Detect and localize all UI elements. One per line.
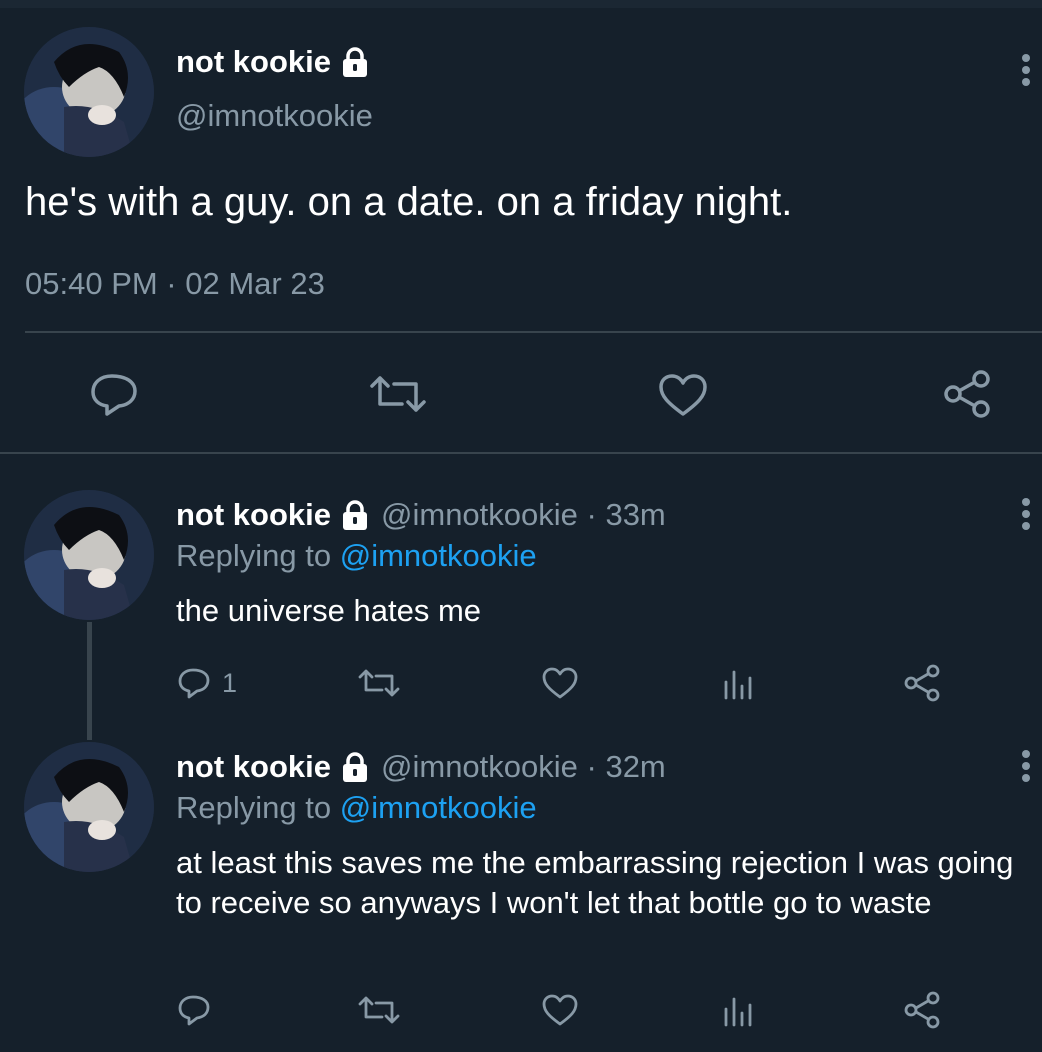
reply-header: not kookie @imnotkookie · 32m <box>176 749 666 785</box>
replying-to: Replying to @imnotkookie <box>176 790 537 826</box>
mention-link[interactable]: @imnotkookie <box>340 538 537 573</box>
display-name[interactable]: not kookie <box>176 749 331 785</box>
replying-to-prefix: Replying to <box>176 790 340 825</box>
thread-line <box>87 622 92 740</box>
lock-icon <box>339 499 371 531</box>
retweet-icon[interactable] <box>357 995 401 1025</box>
divider <box>25 331 1042 333</box>
handle-and-time: @imnotkookie · 33m <box>381 497 666 532</box>
lock-icon <box>339 751 371 783</box>
display-name[interactable]: not kookie <box>176 44 371 80</box>
retweet-icon[interactable] <box>357 668 401 698</box>
lock-icon <box>339 46 371 78</box>
reply-header: not kookie @imnotkookie · 33m <box>176 497 666 533</box>
display-name[interactable]: not kookie <box>176 497 331 533</box>
more-options-icon[interactable] <box>1014 52 1038 92</box>
reply-count: 1 <box>222 668 238 698</box>
tweet-text: he's with a guy. on a date. on a friday … <box>25 180 793 224</box>
handle-and-time: @imnotkookie · 32m <box>381 749 666 784</box>
mention-link[interactable]: @imnotkookie <box>340 790 537 825</box>
reply-icon[interactable] <box>90 372 138 416</box>
divider <box>0 452 1042 454</box>
tweet-timestamp[interactable]: 05:40 PM · 02 Mar 23 <box>25 266 325 302</box>
share-icon[interactable] <box>903 664 941 702</box>
share-icon[interactable] <box>942 370 992 418</box>
main-tweet: not kookie @imnotkookie he's with a guy.… <box>0 0 1042 455</box>
replying-to: Replying to @imnotkookie <box>176 538 537 574</box>
tweet-text: at least this saves me the embarrassing … <box>176 845 1014 920</box>
more-options-icon[interactable] <box>1014 748 1038 788</box>
share-icon[interactable] <box>903 991 941 1029</box>
analytics-icon[interactable] <box>722 668 756 700</box>
retweet-icon[interactable] <box>368 374 428 414</box>
handle[interactable]: @imnotkookie <box>176 98 373 134</box>
like-icon[interactable] <box>541 667 579 699</box>
more-options-icon[interactable] <box>1014 496 1038 536</box>
analytics-icon[interactable] <box>722 995 756 1027</box>
tweet-text: the universe hates me <box>176 593 482 628</box>
display-name-text: not kookie <box>176 44 332 79</box>
reply-icon[interactable] <box>177 667 211 699</box>
avatar[interactable] <box>24 742 154 872</box>
avatar[interactable] <box>24 490 154 620</box>
replying-to-prefix: Replying to <box>176 538 340 573</box>
like-icon[interactable] <box>658 374 708 416</box>
like-icon[interactable] <box>541 994 579 1026</box>
reply-icon[interactable] <box>177 994 211 1026</box>
avatar[interactable] <box>24 27 154 157</box>
